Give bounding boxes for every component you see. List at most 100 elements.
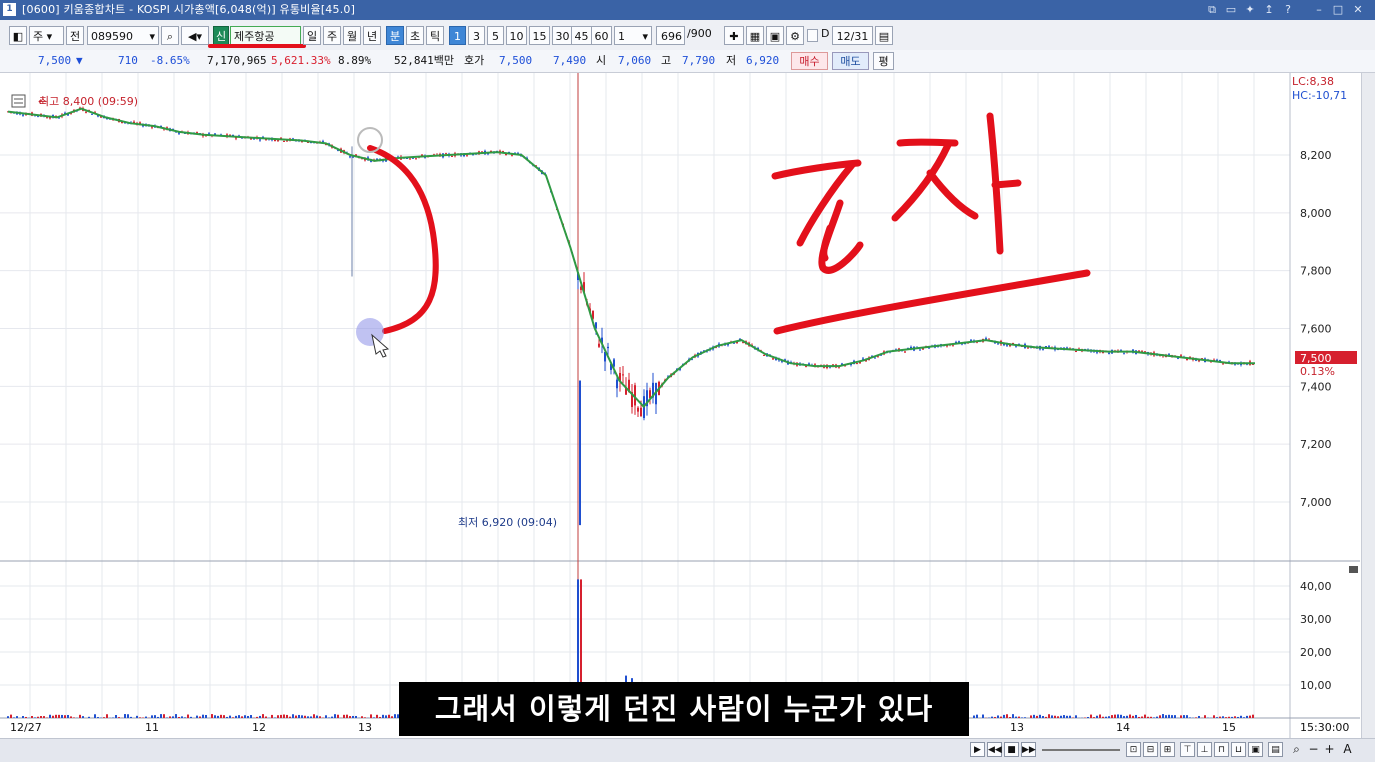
volume-bar (1252, 715, 1254, 718)
zoom-slider[interactable] (1042, 749, 1120, 751)
right-scrollbar[interactable] (1361, 73, 1375, 738)
play-icon[interactable]: ▶ (970, 742, 985, 757)
gear-icon[interactable]: ⚙ (786, 26, 804, 45)
tab-week[interactable]: 주 (323, 26, 341, 45)
chart-view-icon-1[interactable]: ⊡ (1126, 742, 1141, 757)
volume-bar (187, 715, 189, 718)
volume-bar (166, 717, 168, 718)
maximize-icon[interactable]: □ (1329, 0, 1347, 20)
date-checkbox[interactable] (807, 29, 818, 42)
period-select[interactable]: 주 ▾ (29, 26, 64, 45)
scope-button[interactable]: 전 (66, 26, 84, 45)
date-input[interactable]: 12/31 (832, 26, 873, 45)
save-icon[interactable]: ▣ (766, 26, 784, 45)
candle (274, 140, 276, 141)
unit-input[interactable]: 1▾ (614, 26, 652, 45)
volume-bar (25, 717, 27, 718)
volume-bar (79, 715, 81, 718)
help-icon[interactable]: ? (1279, 0, 1297, 20)
chart-view-icon-8[interactable]: ▣ (1248, 742, 1263, 757)
chart-view-icon-9[interactable]: ▤ (1268, 742, 1283, 757)
volume-bar (1129, 715, 1131, 718)
volume-bar (274, 717, 276, 718)
font-size-icon[interactable]: A (1340, 742, 1355, 757)
close-icon[interactable]: ✕ (1349, 0, 1367, 20)
tab-month[interactable]: 월 (343, 26, 361, 45)
eval-button[interactable]: 평 (873, 52, 894, 70)
tab-minute[interactable]: 분 (386, 26, 404, 45)
volume-bar (130, 717, 132, 718)
stop-icon[interactable]: ■ (1004, 742, 1019, 757)
magnifier-icon[interactable]: ⌕ (1289, 742, 1304, 757)
buy-button[interactable]: 매수 (791, 52, 828, 70)
volume-bar (1018, 717, 1020, 718)
lc-label: LC:8,38 (1292, 75, 1334, 88)
volume-bar (1021, 717, 1023, 718)
candle (919, 350, 921, 351)
volume-bar (64, 715, 66, 718)
tab-tick[interactable]: 틱 (426, 26, 444, 45)
sell-button[interactable]: 매도 (832, 52, 869, 70)
volume-bar (31, 716, 33, 718)
price-change: 710 (118, 53, 138, 69)
minute-5[interactable]: 5 (487, 26, 504, 45)
window-arrange-icon[interactable]: ⧉ (1203, 0, 1221, 20)
minute-15[interactable]: 15 (529, 26, 550, 45)
ask-price: 7,500 (499, 53, 532, 69)
tab-year[interactable]: 년 (363, 26, 381, 45)
volume-bar (352, 716, 354, 718)
search-icon[interactable]: ⌕ (161, 26, 179, 45)
zoom-out-icon[interactable]: − (1306, 742, 1321, 757)
grid-icon[interactable]: ▦ (746, 26, 764, 45)
candle (259, 139, 261, 140)
volume-axis-label: 10,00 (1300, 679, 1332, 692)
volume-bar (1216, 717, 1218, 718)
fast-forward-icon[interactable]: ▶▶ (1021, 742, 1036, 757)
volume-bar (58, 715, 60, 718)
price-axis-label: 8,000 (1300, 207, 1332, 220)
bid-price: 7,490 (553, 53, 586, 69)
volume-bar (976, 715, 978, 718)
minimize-icon[interactable]: – (1310, 0, 1328, 20)
chart-view-icon-7[interactable]: ⊔ (1231, 742, 1246, 757)
calendar-icon[interactable]: ▤ (875, 26, 893, 45)
candle (1027, 348, 1029, 349)
chart-view-icon-5[interactable]: ⊥ (1197, 742, 1212, 757)
minute-1[interactable]: 1 (449, 26, 466, 45)
hc-label: HC:-10,71 (1292, 89, 1347, 102)
layout-icon[interactable]: ◧ (9, 26, 27, 45)
price-chart[interactable]: 8,2008,0007,8007,6007,4007,2007,000 40,0… (0, 73, 1360, 738)
rewind-icon[interactable]: ◀◀ (987, 742, 1002, 757)
count-input[interactable]: 696 (656, 26, 685, 45)
chart-view-icon-4[interactable]: ⊤ (1180, 742, 1195, 757)
chart-view-icon-6[interactable]: ⊓ (1214, 742, 1229, 757)
minute-30[interactable]: 30 (552, 26, 573, 45)
candle (952, 345, 954, 346)
stock-code-input[interactable]: 089590▾ (87, 26, 159, 45)
volume-bar (1138, 717, 1140, 718)
volume-bar (1240, 716, 1242, 718)
chart-view-icon-2[interactable]: ⊟ (1143, 742, 1158, 757)
panel-menu-icon[interactable] (1349, 566, 1358, 573)
minute-60[interactable]: 60 (591, 26, 612, 45)
minute-45[interactable]: 45 (571, 26, 592, 45)
pin-icon[interactable]: ✦ (1241, 0, 1259, 20)
window-tile-icon[interactable]: ▭ (1222, 0, 1240, 20)
volume-bar (1249, 716, 1251, 718)
chart-area[interactable]: 8,2008,0007,8007,6007,4007,2007,000 40,0… (0, 73, 1360, 738)
tab-second[interactable]: 초 (406, 26, 424, 45)
candle (805, 366, 807, 367)
speaker-icon[interactable]: ◀▾ (181, 26, 209, 45)
zoom-in-icon[interactable]: + (1322, 742, 1337, 757)
arrow-up-icon[interactable]: ↥ (1260, 0, 1278, 20)
stock-name-field[interactable]: 제주항공 (230, 26, 301, 45)
candle (772, 358, 774, 359)
table-icon[interactable] (12, 95, 25, 107)
minute-10[interactable]: 10 (506, 26, 527, 45)
volume-bar (313, 714, 315, 718)
tab-day[interactable]: 일 (303, 26, 321, 45)
volume-bar (202, 715, 204, 718)
minute-3[interactable]: 3 (468, 26, 485, 45)
indicator-icon[interactable]: ✚ (724, 26, 744, 45)
chart-view-icon-3[interactable]: ⊞ (1160, 742, 1175, 757)
